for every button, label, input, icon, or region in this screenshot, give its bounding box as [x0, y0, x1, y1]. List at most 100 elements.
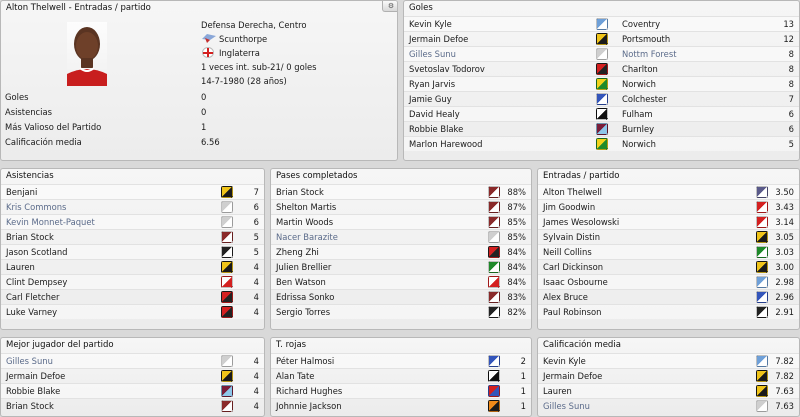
- player-name[interactable]: Edrissa Sonko: [276, 290, 334, 305]
- list-item[interactable]: Lauren 4: [1, 259, 264, 274]
- list-item[interactable]: Jermain Defoe 4: [1, 368, 264, 383]
- list-item[interactable]: Marlon Harewood Norwich 5: [404, 136, 799, 151]
- club-name[interactable]: Charlton: [622, 62, 658, 77]
- list-item[interactable]: Johnnie Jackson 1: [271, 398, 531, 413]
- list-item[interactable]: David Healy Fulham 6: [404, 106, 799, 121]
- list-item[interactable]: Ben Watson 84%: [271, 274, 531, 289]
- list-item[interactable]: James Wesolowski 3.14: [538, 214, 799, 229]
- player-name[interactable]: Brian Stock: [276, 185, 324, 200]
- player-name[interactable]: Julien Brellier: [276, 260, 331, 275]
- club-name[interactable]: Burnley: [622, 122, 654, 137]
- player-name[interactable]: Alan Tate: [276, 369, 314, 384]
- player-name[interactable]: Kevin Monnet-Paquet: [6, 215, 95, 230]
- list-item[interactable]: Sergio Torres 82%: [271, 304, 531, 319]
- player-name[interactable]: David Healy: [409, 107, 460, 122]
- list-item[interactable]: Paul Robinson 2.91: [538, 304, 799, 319]
- player-name[interactable]: Jermain Defoe: [409, 32, 468, 47]
- player-name[interactable]: Alton Thelwell: [543, 185, 602, 200]
- list-item[interactable]: Nacer Barazite 85%: [271, 229, 531, 244]
- player-name[interactable]: Péter Halmosi: [276, 354, 334, 369]
- list-item[interactable]: Jim Goodwin 3.43: [538, 199, 799, 214]
- player-name[interactable]: Carl Fletcher: [6, 290, 60, 305]
- player-name[interactable]: Gilles Sunu: [409, 47, 456, 62]
- player-name[interactable]: Brian Stock: [6, 399, 54, 414]
- club-name[interactable]: Portsmouth: [622, 32, 670, 47]
- club-name[interactable]: Coventry: [622, 17, 660, 32]
- list-item[interactable]: Sylvain Distin 3.05: [538, 229, 799, 244]
- list-item[interactable]: Richard Hughes 1: [271, 383, 531, 398]
- list-item[interactable]: Shelton Martis 87%: [271, 199, 531, 214]
- player-club[interactable]: Scunthorpe: [219, 32, 267, 46]
- list-item[interactable]: Benjani 7: [1, 184, 264, 199]
- list-item[interactable]: Isaac Osbourne 2.98: [538, 274, 799, 289]
- list-item[interactable]: Robbie Blake 4: [1, 383, 264, 398]
- list-item[interactable]: Carl Fletcher 4: [1, 289, 264, 304]
- list-item[interactable]: Svetoslav Todorov Charlton 8: [404, 61, 799, 76]
- player-name[interactable]: James Wesolowski: [543, 215, 619, 230]
- player-name[interactable]: Kris Commons: [6, 200, 66, 215]
- player-name[interactable]: Carl Dickinson: [543, 260, 603, 275]
- list-item[interactable]: Brian Stock 4: [1, 398, 264, 413]
- player-name[interactable]: Alex Bruce: [543, 290, 588, 305]
- list-item[interactable]: Alan Tate 1: [271, 368, 531, 383]
- player-name[interactable]: Brian Stock: [6, 230, 54, 245]
- list-item[interactable]: Jermain Defoe Portsmouth 12: [404, 31, 799, 46]
- list-item[interactable]: Zheng Zhi 84%: [271, 244, 531, 259]
- player-name[interactable]: Jermain Defoe: [543, 369, 602, 384]
- list-item[interactable]: Carl Dickinson 3.00: [538, 259, 799, 274]
- list-item[interactable]: Jamie Guy Colchester 7: [404, 91, 799, 106]
- club-name[interactable]: Colchester: [622, 92, 667, 107]
- player-name[interactable]: Richard Hughes: [276, 384, 342, 399]
- player-name[interactable]: Isaac Osbourne: [543, 275, 608, 290]
- player-name[interactable]: Kevin Kyle: [409, 17, 452, 32]
- gear-icon[interactable]: ⚙: [382, 1, 397, 12]
- player-name[interactable]: Marlon Harewood: [409, 137, 482, 152]
- player-name[interactable]: Jamie Guy: [409, 92, 452, 107]
- player-name[interactable]: Lauren: [6, 260, 35, 275]
- player-name[interactable]: Robbie Blake: [409, 122, 463, 137]
- list-item[interactable]: Gilles Sunu Nottm Forest 8: [404, 46, 799, 61]
- list-item[interactable]: Julien Brellier 84%: [271, 259, 531, 274]
- club-name[interactable]: Norwich: [622, 77, 656, 92]
- player-name[interactable]: Ben Watson: [276, 275, 326, 290]
- list-item[interactable]: Brian Stock 88%: [271, 184, 531, 199]
- list-item[interactable]: Kevin Monnet-Paquet 6: [1, 214, 264, 229]
- player-name[interactable]: Martin Woods: [276, 215, 333, 230]
- player-name[interactable]: Johnnie Jackson: [276, 399, 342, 414]
- list-item[interactable]: Gilles Sunu 7.63: [538, 398, 799, 413]
- player-name[interactable]: Sylvain Distin: [543, 230, 600, 245]
- list-item[interactable]: Clint Dempsey 4: [1, 274, 264, 289]
- list-item[interactable]: Jason Scotland 5: [1, 244, 264, 259]
- player-name[interactable]: Ryan Jarvis: [409, 77, 455, 92]
- player-name[interactable]: Robbie Blake: [6, 384, 60, 399]
- player-name[interactable]: Luke Varney: [6, 305, 57, 320]
- club-name[interactable]: Fulham: [622, 107, 653, 122]
- list-item[interactable]: Lauren 7.63: [538, 383, 799, 398]
- player-name[interactable]: Svetoslav Todorov: [409, 62, 485, 77]
- list-item[interactable]: Martin Woods 85%: [271, 214, 531, 229]
- list-item[interactable]: Kevin Kyle 7.82: [538, 353, 799, 368]
- list-item[interactable]: Neill Collins 3.03: [538, 244, 799, 259]
- list-item[interactable]: Alex Bruce 2.96: [538, 289, 799, 304]
- list-item[interactable]: Brian Stock 5: [1, 229, 264, 244]
- player-name[interactable]: Zheng Zhi: [276, 245, 319, 260]
- player-name[interactable]: Sergio Torres: [276, 305, 330, 320]
- player-name[interactable]: Lauren: [543, 384, 572, 399]
- player-name[interactable]: Gilles Sunu: [543, 399, 590, 414]
- player-name[interactable]: Jermain Defoe: [6, 369, 65, 384]
- player-name[interactable]: Kevin Kyle: [543, 354, 586, 369]
- player-name[interactable]: Neill Collins: [543, 245, 592, 260]
- list-item[interactable]: Robbie Blake Burnley 6: [404, 121, 799, 136]
- list-item[interactable]: Gilles Sunu 4: [1, 353, 264, 368]
- player-name[interactable]: Clint Dempsey: [6, 275, 67, 290]
- player-name[interactable]: Benjani: [6, 185, 37, 200]
- player-name[interactable]: Gilles Sunu: [6, 354, 53, 369]
- club-name[interactable]: Norwich: [622, 137, 656, 152]
- player-name[interactable]: Paul Robinson: [543, 305, 601, 320]
- list-item[interactable]: Kris Commons 6: [1, 199, 264, 214]
- player-nation[interactable]: Inglaterra: [219, 46, 260, 60]
- list-item[interactable]: Edrissa Sonko 83%: [271, 289, 531, 304]
- player-name[interactable]: Nacer Barazite: [276, 230, 338, 245]
- list-item[interactable]: Jermain Defoe 7.82: [538, 368, 799, 383]
- player-name[interactable]: Jim Goodwin: [543, 200, 595, 215]
